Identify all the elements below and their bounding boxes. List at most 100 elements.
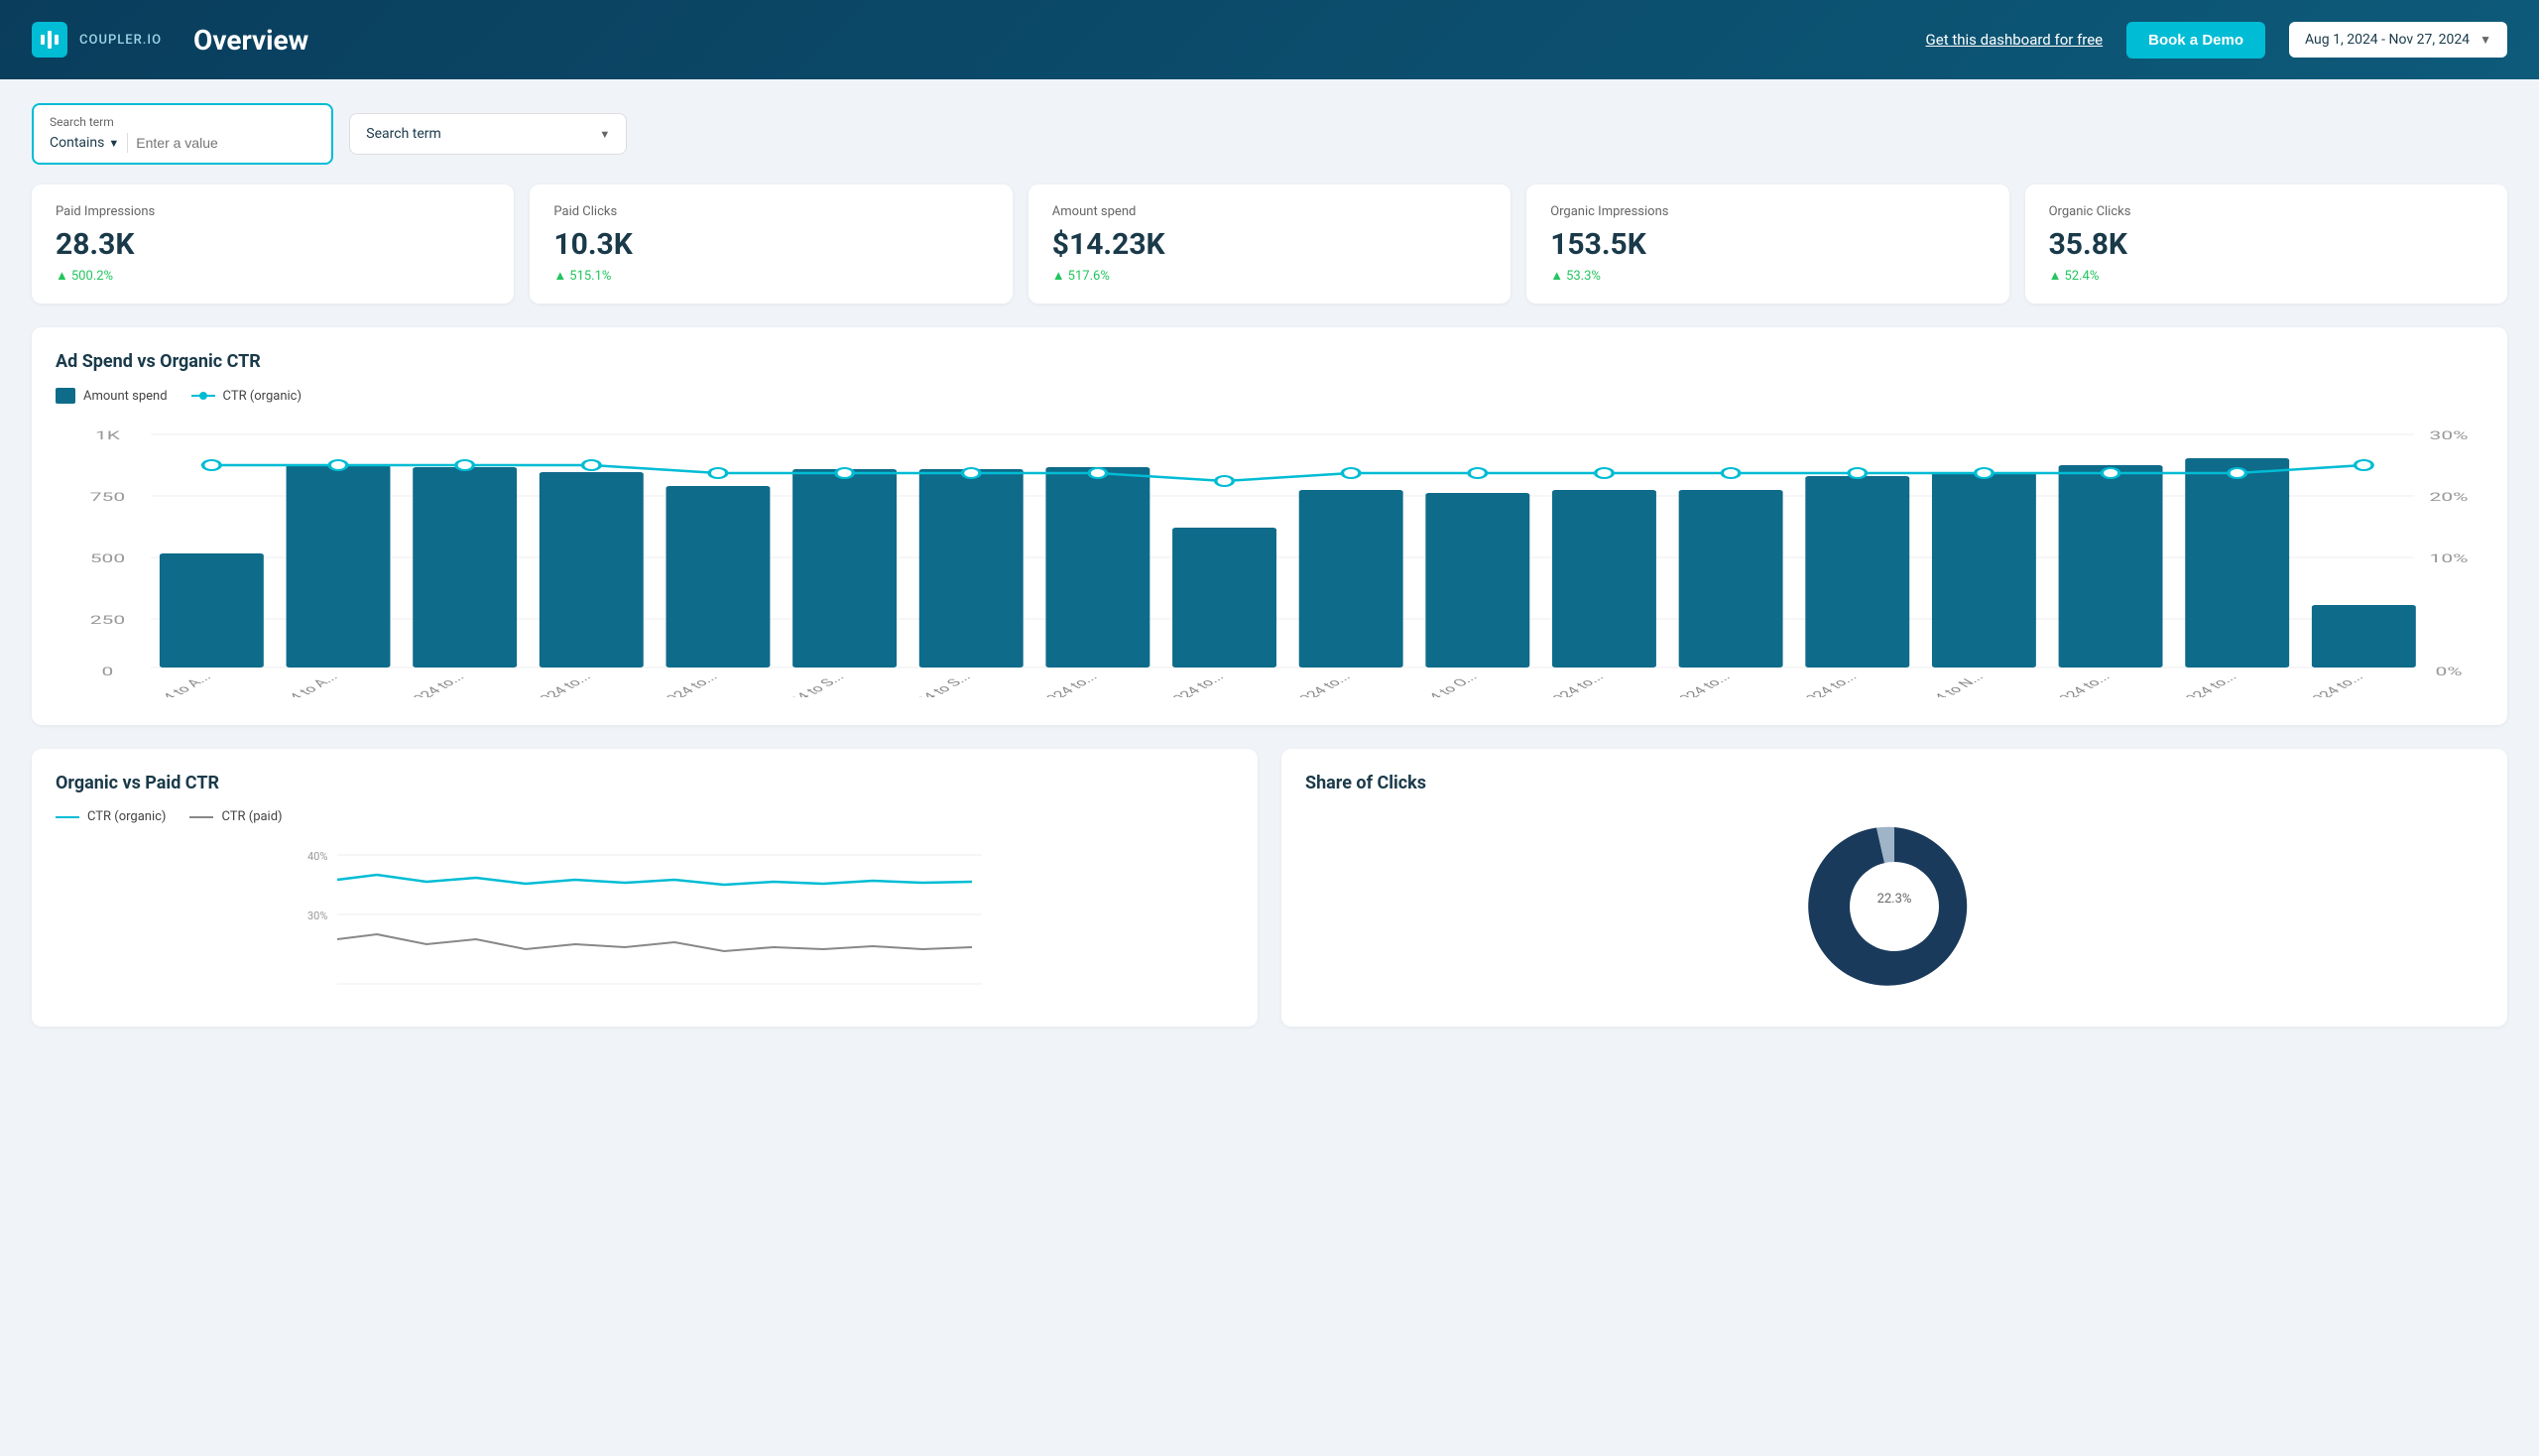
metric-card: Paid Clicks 10.3K ▲ 515.1% xyxy=(530,184,1012,303)
svg-text:Aug 19, 2024 to...: Aug 19, 2024 to... xyxy=(486,671,595,697)
svg-text:750: 750 xyxy=(90,490,125,504)
coupler-logo-icon xyxy=(32,22,67,58)
organic-vs-paid-title: Organic vs Paid CTR xyxy=(56,773,1234,793)
filter-label: Search term xyxy=(50,115,315,129)
legend-organic-ctr: CTR (organic) xyxy=(56,809,166,824)
svg-text:250: 250 xyxy=(90,613,125,627)
up-arrow-icon: ▲ xyxy=(56,268,68,284)
date-range-value: Aug 1, 2024 - Nov 27, 2024 xyxy=(2305,32,2470,48)
legend-paid-line-icon xyxy=(189,816,213,818)
bottom-charts: Organic vs Paid CTR CTR (organic) CTR (p… xyxy=(32,749,2507,1027)
operator-chevron-icon: ▼ xyxy=(108,137,119,150)
svg-text:Oct 14, 2024 to...: Oct 14, 2024 to... xyxy=(1502,671,1608,697)
svg-text:0: 0 xyxy=(102,665,114,678)
ctr-svg: 40% 30% xyxy=(56,840,1234,999)
filter-controls: Contains ▼ xyxy=(50,133,315,153)
legend-organic-line-icon xyxy=(56,816,79,818)
svg-text:Oct 7, 2024 to O...: Oct 7, 2024 to O... xyxy=(1371,671,1481,697)
svg-text:Aug 26, 2024 to...: Aug 26, 2024 to... xyxy=(613,671,722,697)
metric-value: 153.5K xyxy=(1550,227,1985,262)
metric-label: Paid Clicks xyxy=(553,204,988,219)
search-term-chevron-icon: ▼ xyxy=(599,128,610,141)
legend-bar-icon xyxy=(56,388,75,404)
metrics-row: Paid Impressions 28.3K ▲ 500.2% Paid Cli… xyxy=(32,184,2507,303)
logo-area: COUPLER.IO xyxy=(32,22,162,58)
legend-paid-label: CTR (paid) xyxy=(221,809,282,824)
book-demo-button[interactable]: Book a Demo xyxy=(2126,22,2265,59)
up-arrow-icon: ▲ xyxy=(553,268,566,284)
date-range-selector[interactable]: Aug 1, 2024 - Nov 27, 2024 ▼ xyxy=(2289,22,2507,58)
metric-value: 10.3K xyxy=(553,227,988,262)
up-arrow-icon: ▲ xyxy=(1052,268,1065,284)
svg-text:Jul 29, 2024 to A...: Jul 29, 2024 to A... xyxy=(100,671,215,697)
metric-card: Organic Impressions 153.5K ▲ 53.3% xyxy=(1526,184,2008,303)
metric-change: ▲ 517.6% xyxy=(1052,268,1487,284)
filter-search-term: Search term Contains ▼ xyxy=(32,103,333,165)
pie-container: 22.3% xyxy=(1305,809,2483,996)
svg-text:30%: 30% xyxy=(307,910,327,922)
filter-value-input[interactable] xyxy=(136,135,315,151)
up-arrow-icon: ▲ xyxy=(1550,268,1563,284)
svg-text:Aug 12, 2024 to...: Aug 12, 2024 to... xyxy=(359,671,468,697)
metric-label: Amount spend xyxy=(1052,204,1487,219)
legend-line-icon xyxy=(191,395,215,397)
ad-spend-svg: 1K 750 500 250 0 30% 20% 10% 0% xyxy=(56,420,2483,697)
organic-vs-paid-ctr-card: Organic vs Paid CTR CTR (organic) CTR (p… xyxy=(32,749,1258,1027)
metric-label: Organic Impressions xyxy=(1550,204,1985,219)
chart-legend: Amount spend CTR (organic) xyxy=(56,388,2483,404)
legend-bar-label: Amount spend xyxy=(83,389,168,404)
filter-divider xyxy=(127,133,128,153)
logo-text: COUPLER.IO xyxy=(79,33,162,48)
svg-text:20%: 20% xyxy=(2430,490,2469,504)
svg-text:Nov 25, 2024 to...: Nov 25, 2024 to... xyxy=(2258,671,2367,697)
header: COUPLER.IO Overview Get this dashboard f… xyxy=(0,0,2539,79)
legend-organic-label: CTR (organic) xyxy=(87,809,166,824)
metric-label: Paid Impressions xyxy=(56,204,490,219)
svg-text:Nov 4, 2024 to N...: Nov 4, 2024 to N... xyxy=(1874,671,1988,697)
metric-label: Organic Clicks xyxy=(2049,204,2483,219)
metric-change: ▲ 53.3% xyxy=(1550,268,1985,284)
metric-value: $14.23K xyxy=(1052,227,1487,262)
svg-text:Oct 21, 2024 to...: Oct 21, 2024 to... xyxy=(1629,671,1735,697)
svg-text:0%: 0% xyxy=(2435,665,2462,678)
metric-value: 35.8K xyxy=(2049,227,2483,262)
pie-svg: 22.3% xyxy=(1746,817,2043,996)
ad-spend-chart-container: 1K 750 500 250 0 30% 20% 10% 0% xyxy=(56,420,2483,701)
metric-card: Amount spend $14.23K ▲ 517.6% xyxy=(1028,184,1511,303)
metric-card: Organic Clicks 35.8K ▲ 52.4% xyxy=(2025,184,2507,303)
ad-spend-chart-card: Ad Spend vs Organic CTR Amount spend CTR… xyxy=(32,327,2507,725)
metric-card: Paid Impressions 28.3K ▲ 500.2% xyxy=(32,184,514,303)
filter-operator-dropdown[interactable]: Contains ▼ xyxy=(50,135,119,151)
chevron-down-icon: ▼ xyxy=(2479,33,2491,47)
ctr-legend: CTR (organic) CTR (paid) xyxy=(56,809,1234,824)
svg-text:Sep 30, 2024 to...: Sep 30, 2024 to... xyxy=(1247,671,1355,697)
svg-text:500: 500 xyxy=(90,551,125,565)
legend-line-label: CTR (organic) xyxy=(223,389,302,404)
svg-text:Sep 16, 2024 to...: Sep 16, 2024 to... xyxy=(994,671,1102,697)
up-arrow-icon: ▲ xyxy=(2049,268,2062,284)
svg-text:10%: 10% xyxy=(2430,551,2469,565)
legend-paid-ctr: CTR (paid) xyxy=(189,809,282,824)
svg-text:Nov 11, 2024 to...: Nov 11, 2024 to... xyxy=(2005,671,2115,697)
svg-text:22.3%: 22.3% xyxy=(1877,892,1912,907)
svg-text:40%: 40% xyxy=(307,850,327,863)
svg-text:1K: 1K xyxy=(95,428,120,442)
svg-text:Sep 23, 2024 to...: Sep 23, 2024 to... xyxy=(1120,671,1228,697)
main-content: Search term Contains ▼ Search term ▼ Pai… xyxy=(0,79,2539,1050)
metric-value: 28.3K xyxy=(56,227,490,262)
page-title: Overview xyxy=(193,24,308,57)
legend-ctr-organic: CTR (organic) xyxy=(191,389,302,404)
legend-amount-spend: Amount spend xyxy=(56,388,168,404)
search-term-label: Search term xyxy=(366,126,441,142)
svg-text:Sep 2, 2024 to S...: Sep 2, 2024 to S... xyxy=(737,671,848,697)
metric-change: ▲ 515.1% xyxy=(553,268,988,284)
operator-label: Contains xyxy=(50,135,104,151)
share-of-clicks-title: Share of Clicks xyxy=(1305,773,2483,793)
svg-text:Nov 18, 2024 to...: Nov 18, 2024 to... xyxy=(2131,671,2240,697)
get-dashboard-link[interactable]: Get this dashboard for free xyxy=(1926,31,2104,49)
share-of-clicks-card: Share of Clicks 22.3% xyxy=(1281,749,2507,1027)
search-term-dropdown[interactable]: Search term ▼ xyxy=(349,113,627,155)
ad-spend-chart-title: Ad Spend vs Organic CTR xyxy=(56,351,2483,372)
filters-row: Search term Contains ▼ Search term ▼ xyxy=(32,103,2507,165)
metric-change: ▲ 500.2% xyxy=(56,268,490,284)
